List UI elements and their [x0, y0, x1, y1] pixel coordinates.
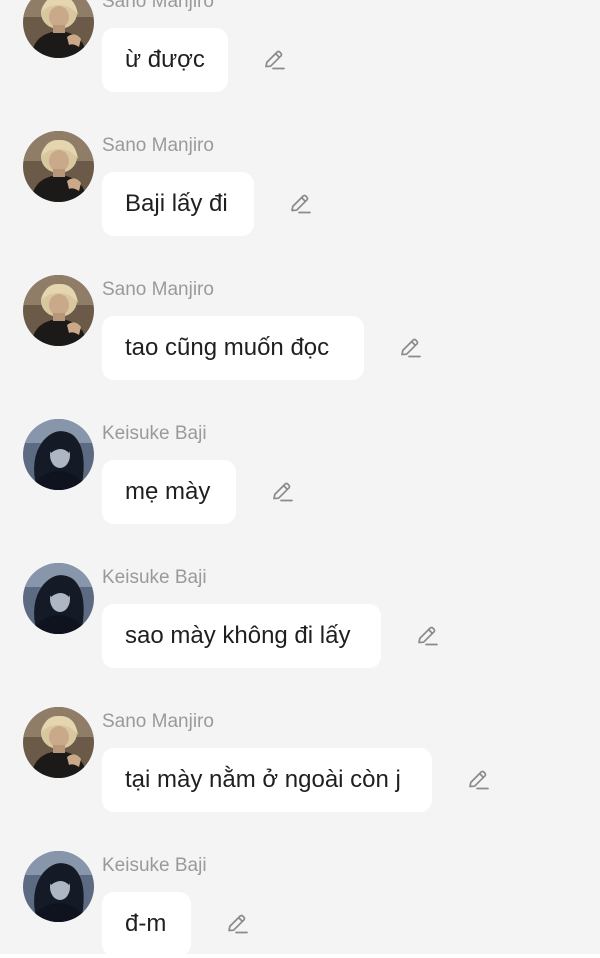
sano-avatar[interactable] [23, 0, 94, 58]
chat-message: Sano Manjiro ừ được [0, 0, 600, 131]
bottom-divider [0, 954, 600, 958]
sano-avatar[interactable] [23, 707, 94, 778]
chat-message: Keisuke Baji đ-m [0, 851, 600, 958]
message-bubble[interactable]: đ-m [102, 892, 191, 956]
message-bubble[interactable]: mẹ mày [102, 460, 236, 524]
chat-message: Sano Manjiro tao cũng muốn đọc [0, 275, 600, 419]
message-bubble[interactable]: tao cũng muốn đọc [102, 316, 364, 380]
sender-name: Sano Manjiro [102, 711, 214, 732]
baji-avatar[interactable] [23, 419, 94, 490]
sender-name: Keisuke Baji [102, 855, 207, 876]
chat-message: Keisuke Baji sao mày không đi lấy [0, 563, 600, 707]
sender-name: Sano Manjiro [102, 135, 214, 156]
sender-name: Keisuke Baji [102, 423, 207, 444]
message-bubble[interactable]: Baji lấy đi [102, 172, 254, 236]
baji-avatar[interactable] [23, 563, 94, 634]
message-bubble[interactable]: tại mày nằm ở ngoài còn j [102, 748, 432, 812]
pencil-icon[interactable] [465, 767, 491, 793]
pencil-icon[interactable] [224, 911, 250, 937]
pencil-icon[interactable] [269, 479, 295, 505]
pencil-icon[interactable] [261, 47, 287, 73]
message-bubble[interactable]: ừ được [102, 28, 228, 92]
baji-avatar[interactable] [23, 851, 94, 922]
sano-avatar[interactable] [23, 275, 94, 346]
chat-message: Sano Manjiro Baji lấy đi [0, 131, 600, 275]
message-bubble[interactable]: sao mày không đi lấy [102, 604, 381, 668]
chat-message: Sano Manjiro tại mày nằm ở ngoài còn j [0, 707, 600, 851]
chat-message-list[interactable]: Sano Manjiro ừ được Sano Manjiro Baji lấ… [0, 0, 600, 958]
sender-name: Keisuke Baji [102, 567, 207, 588]
pencil-icon[interactable] [397, 335, 423, 361]
chat-message: Keisuke Baji mẹ mày [0, 419, 600, 563]
sender-name: Sano Manjiro [102, 279, 214, 300]
sano-avatar[interactable] [23, 131, 94, 202]
pencil-icon[interactable] [414, 623, 440, 649]
pencil-icon[interactable] [287, 191, 313, 217]
sender-name: Sano Manjiro [102, 0, 214, 12]
